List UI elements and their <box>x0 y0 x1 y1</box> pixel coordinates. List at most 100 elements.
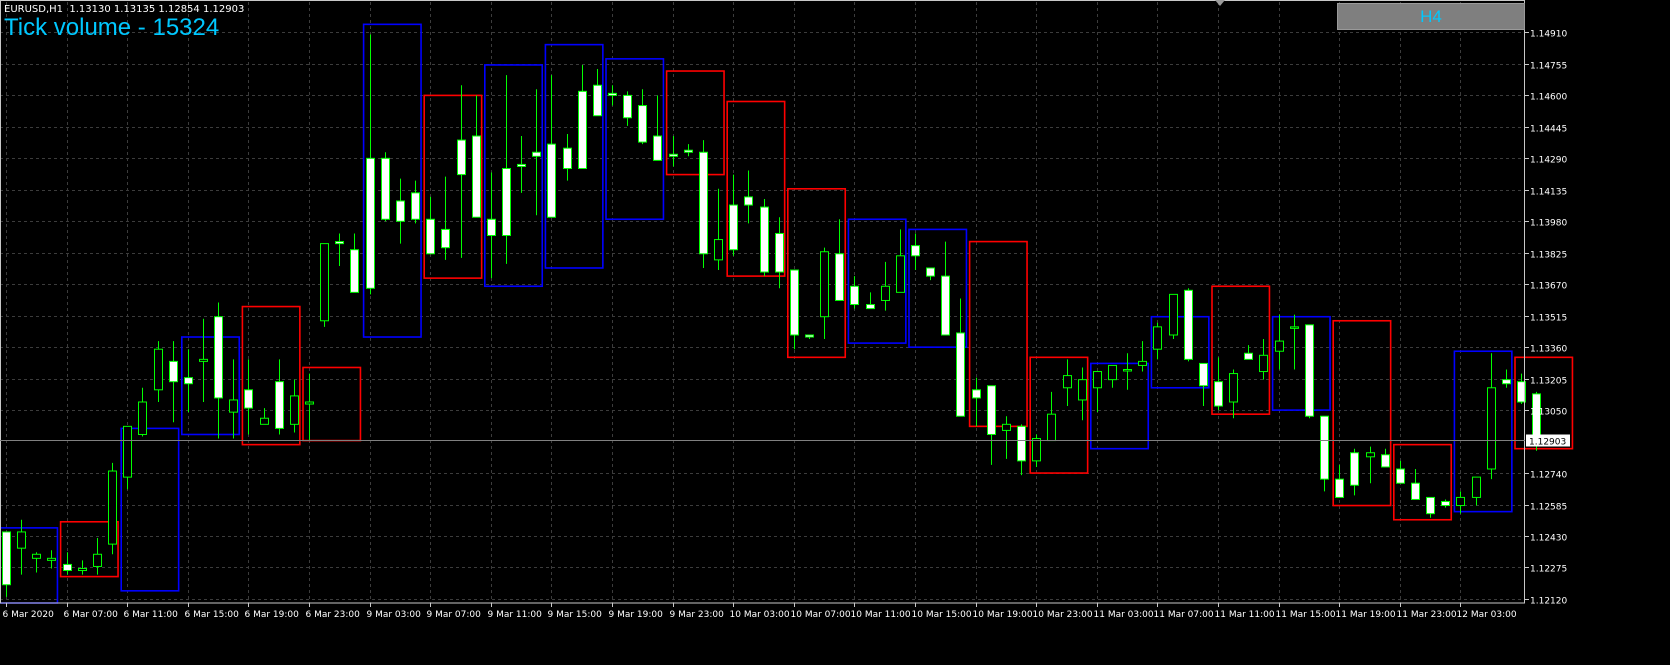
candle-body <box>653 135 662 161</box>
candle-body <box>1244 352 1253 360</box>
x-tick-label: 10 Mar 19:00 <box>973 610 1033 620</box>
grid-layer <box>0 2 1525 603</box>
candle-body <box>1381 454 1390 468</box>
candle-body <box>1502 379 1511 385</box>
h4-box-layer <box>0 23 1574 604</box>
candle-body <box>956 332 965 417</box>
candle-body <box>760 206 769 273</box>
candle-body <box>1108 364 1117 381</box>
h4-box <box>1271 315 1331 411</box>
candle-body <box>123 425 132 478</box>
candle-body <box>138 401 147 435</box>
chart-shift-marker-icon[interactable] <box>1215 0 1225 6</box>
candle-body <box>714 239 723 261</box>
candle-body <box>1093 371 1102 389</box>
candle-body <box>199 358 208 362</box>
candle-body <box>366 157 375 289</box>
y-tick-label: 1.12430 <box>1530 534 1567 544</box>
candle-body <box>1426 496 1435 515</box>
candle-body <box>1123 369 1132 372</box>
candle-body <box>1335 478 1344 498</box>
candle-body <box>699 151 708 255</box>
candle-body <box>350 249 359 293</box>
candle-body <box>1184 289 1193 360</box>
candle-body <box>1002 423 1011 431</box>
candle-body <box>669 153 678 157</box>
candle-body <box>63 563 72 572</box>
candle-body <box>684 149 693 153</box>
x-tick-label: 9 Mar 03:00 <box>367 610 422 620</box>
candle-body <box>502 167 511 236</box>
candle-body <box>926 267 935 277</box>
candle-body <box>1366 452 1375 458</box>
timeframe-h4-button[interactable]: H4 <box>1337 3 1525 30</box>
candle-body <box>881 285 890 301</box>
x-tick-label: 12 Mar 03:00 <box>1457 610 1517 620</box>
h4-box <box>181 336 241 436</box>
candle-body <box>472 135 481 218</box>
candle-body <box>17 531 26 549</box>
price-chart[interactable]: 1.14910 1.14755 1.14600 1.14445 1.14290 1.141… <box>0 0 1670 665</box>
x-tick-label: 10 Mar 11:00 <box>851 610 911 620</box>
candle-body <box>1032 438 1041 462</box>
candle-body <box>335 241 344 245</box>
candle-body <box>593 84 602 117</box>
y-tick-label: 1.14445 <box>1530 125 1567 135</box>
candle-body <box>78 567 87 572</box>
y-tick-label: 1.13825 <box>1530 251 1567 261</box>
candle-body <box>835 253 844 301</box>
x-tick-label: 11 Mar 07:00 <box>1154 610 1214 620</box>
candle-body <box>1441 500 1450 507</box>
candle-body <box>1078 379 1087 401</box>
candle-body <box>790 269 799 336</box>
x-tick-label: 11 Mar 03:00 <box>1094 610 1154 620</box>
candle-body <box>244 389 253 409</box>
candle-body <box>820 251 829 318</box>
candle-body <box>93 553 102 567</box>
candle-body <box>1320 415 1329 480</box>
candle-body <box>305 401 314 405</box>
h4-box <box>1332 319 1392 507</box>
candle-body <box>911 245 920 257</box>
candle-body <box>1472 476 1481 498</box>
candle-body <box>638 105 647 143</box>
candle-body <box>1063 375 1072 389</box>
candle-body <box>896 255 905 293</box>
candle-body <box>441 228 450 249</box>
x-tick-label: 6 Mar 15:00 <box>185 610 240 620</box>
candle-body <box>972 389 981 399</box>
x-tick-label: 11 Mar 15:00 <box>1276 610 1336 620</box>
candle-body <box>532 151 541 157</box>
candle-body <box>1199 362 1208 387</box>
x-tick-label: 10 Mar 07:00 <box>791 610 851 620</box>
candle-body <box>987 385 996 435</box>
candle-body <box>320 243 329 322</box>
x-tick-label: 10 Mar 23:00 <box>1033 610 1093 620</box>
candle-body <box>1214 381 1223 407</box>
candle-body <box>578 90 587 169</box>
candle-body <box>729 204 738 251</box>
candle-body <box>1456 496 1465 507</box>
candle-body <box>563 147 572 169</box>
candle-body <box>154 348 163 391</box>
h4-box <box>1453 350 1513 513</box>
chart-window[interactable]: 1.14910 1.14755 1.14600 1.14445 1.14290 1.141… <box>0 0 1670 665</box>
candle-body <box>457 139 466 176</box>
candle-body <box>47 557 56 561</box>
candle-body <box>275 381 284 429</box>
x-tick-label: 10 Mar 03:00 <box>730 610 790 620</box>
candle-body <box>850 285 859 306</box>
y-tick-label: 1.14290 <box>1530 156 1567 166</box>
y-tick-label: 1.14910 <box>1530 30 1567 40</box>
candle-body <box>381 157 390 220</box>
tick-volume-title: Tick volume - 15324 <box>4 14 220 41</box>
y-tick-label: 1.12585 <box>1530 503 1567 513</box>
candle-body <box>623 94 632 119</box>
x-tick-label: 9 Mar 11:00 <box>488 610 543 620</box>
y-tick-label: 1.13205 <box>1530 377 1567 387</box>
candle-body <box>1305 324 1314 417</box>
current-price-label: 1.12903 <box>1529 438 1566 448</box>
candle-body <box>214 316 223 399</box>
candle-body <box>169 360 178 383</box>
x-tick-label: 11 Mar 11:00 <box>1215 610 1275 620</box>
